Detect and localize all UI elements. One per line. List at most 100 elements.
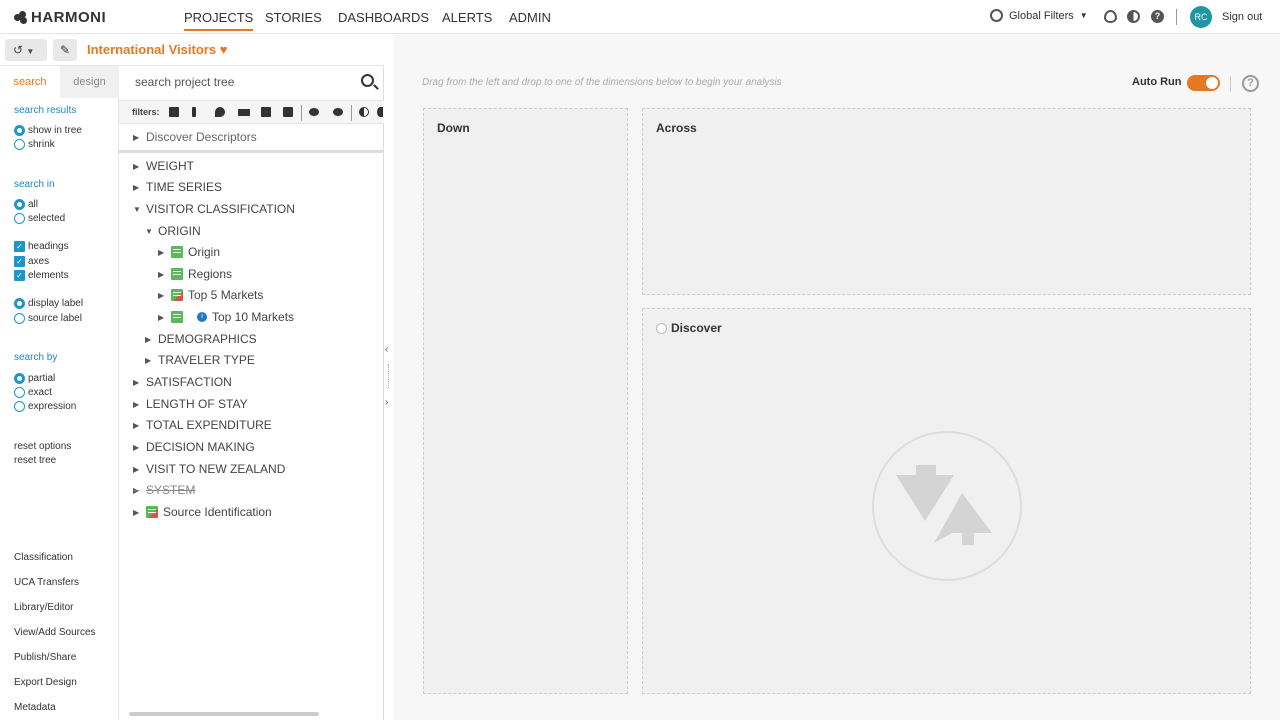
- panel-splitter[interactable]: ‹ ›: [384, 34, 394, 720]
- radio-partial[interactable]: partial: [14, 373, 55, 384]
- tree-row-source-identification[interactable]: ▶ Source Identification: [133, 505, 272, 519]
- radio-exact[interactable]: exact: [14, 387, 52, 398]
- tag-filter-icon[interactable]: [283, 107, 293, 117]
- radio-expression[interactable]: expression: [14, 401, 76, 412]
- tree-row-total-expenditure[interactable]: ▶ TOTAL EXPENDITURE: [133, 418, 272, 432]
- more-filter-icon[interactable]: [377, 107, 383, 117]
- link-export-design[interactable]: Export Design: [14, 677, 77, 688]
- harmoni-logo[interactable]: HARMONI: [14, 9, 106, 26]
- caret-right-icon[interactable]: ▶: [133, 378, 141, 387]
- caret-right-icon[interactable]: ▶: [145, 335, 153, 344]
- nav-dashboards[interactable]: DASHBOARDS: [338, 10, 429, 25]
- info-icon[interactable]: i: [197, 312, 207, 322]
- contrast-filter-icon[interactable]: [359, 107, 369, 117]
- reset-tree-link[interactable]: reset tree: [14, 455, 56, 466]
- folder-filter-icon[interactable]: [261, 107, 271, 117]
- tree-row-top-10-markets[interactable]: ▶ i Top 10 Markets: [158, 310, 294, 324]
- tree-row-time-series[interactable]: ▶ TIME SERIES: [133, 180, 222, 194]
- history-button[interactable]: ↺ ▼: [5, 39, 47, 61]
- contrast-icon[interactable]: [1127, 10, 1140, 23]
- radio-button[interactable]: [14, 213, 25, 224]
- caret-right-icon[interactable]: ▶: [158, 248, 166, 257]
- across-drop-zone[interactable]: Across: [642, 108, 1251, 295]
- caret-right-icon[interactable]: ▶: [133, 400, 141, 409]
- edit-button[interactable]: ✎: [53, 39, 77, 61]
- checkmark-icon[interactable]: ✓: [14, 241, 25, 252]
- grid-filter-icon[interactable]: [169, 107, 179, 117]
- eye-off-filter-icon[interactable]: [333, 108, 343, 116]
- eye-icon[interactable]: [1104, 10, 1117, 23]
- tree-row-visit-to-new-zealand[interactable]: ▶ VISIT TO NEW ZEALAND: [133, 462, 285, 476]
- discover-drop-zone[interactable]: Discover: [642, 308, 1251, 694]
- tree-row-decision-making[interactable]: ▶ DECISION MAKING: [133, 440, 255, 454]
- caret-down-icon[interactable]: ▼: [133, 205, 141, 214]
- checkbox-headings[interactable]: ✓ headings: [14, 241, 69, 252]
- tree-row-discover-descriptors[interactable]: ▶ Discover Descriptors: [133, 130, 257, 144]
- checkbox-axes[interactable]: ✓ axes: [14, 256, 49, 267]
- tree-row-origin-group[interactable]: ▼ ORIGIN: [145, 224, 201, 238]
- down-drop-zone[interactable]: Down: [423, 108, 628, 694]
- global-filters-button[interactable]: Global Filters ▼: [990, 9, 1088, 22]
- search-icon[interactable]: [361, 74, 374, 87]
- radio-button[interactable]: [14, 401, 25, 412]
- radio-selected[interactable]: selected: [14, 213, 65, 224]
- tree-row-system[interactable]: ▶ SYSTEM: [133, 483, 195, 497]
- nav-stories[interactable]: STORIES: [265, 10, 322, 25]
- column-filter-icon[interactable]: [192, 107, 196, 117]
- heart-icon[interactable]: ♥: [220, 42, 228, 57]
- tree-row-regions[interactable]: ▶ Regions: [158, 267, 232, 281]
- tab-search[interactable]: search: [0, 66, 60, 98]
- tab-design[interactable]: design: [60, 66, 119, 98]
- avatar[interactable]: RC: [1190, 6, 1212, 28]
- caret-right-icon[interactable]: ▶: [133, 465, 141, 474]
- collapse-left-icon[interactable]: ‹: [385, 344, 388, 355]
- caret-right-icon[interactable]: ▶: [133, 133, 141, 142]
- nav-admin[interactable]: ADMIN: [509, 10, 551, 25]
- link-uca-transfers[interactable]: UCA Transfers: [14, 577, 79, 588]
- caret-right-icon[interactable]: ▶: [133, 486, 141, 495]
- tree-row-traveler-type[interactable]: ▶ TRAVELER TYPE: [145, 353, 255, 367]
- radio-button[interactable]: [14, 125, 25, 136]
- link-view-add-sources[interactable]: View/Add Sources: [14, 627, 96, 638]
- tree-row-length-of-stay[interactable]: ▶ LENGTH OF STAY: [133, 397, 248, 411]
- caret-right-icon[interactable]: ▶: [133, 443, 141, 452]
- radio-all[interactable]: all: [14, 199, 38, 210]
- tree-row-top-5-markets[interactable]: ▶ Top 5 Markets: [158, 288, 263, 302]
- checkmark-icon[interactable]: ✓: [14, 256, 25, 267]
- nav-projects[interactable]: PROJECTS: [184, 10, 254, 31]
- checkbox-elements[interactable]: ✓ elements: [14, 270, 69, 281]
- drag-handle-icon[interactable]: [388, 364, 390, 388]
- radio-button[interactable]: [14, 298, 25, 309]
- caret-right-icon[interactable]: ▶: [158, 270, 166, 279]
- tree-row-weight[interactable]: ▶ WEIGHT: [133, 159, 194, 173]
- caret-right-icon[interactable]: ▶: [133, 183, 141, 192]
- radio-button[interactable]: [14, 373, 25, 384]
- link-library-editor[interactable]: Library/Editor: [14, 602, 73, 613]
- expand-right-icon[interactable]: ›: [385, 397, 388, 408]
- radio-button[interactable]: [14, 199, 25, 210]
- tree-row-demographics[interactable]: ▶ DEMOGRAPHICS: [145, 332, 257, 346]
- tree-row-satisfaction[interactable]: ▶ SATISFACTION: [133, 375, 232, 389]
- link-metadata[interactable]: Metadata: [14, 702, 56, 713]
- tree-row-visitor-classification[interactable]: ▼ VISITOR CLASSIFICATION: [133, 202, 295, 216]
- horizontal-scrollbar[interactable]: [129, 712, 319, 716]
- caret-right-icon[interactable]: ▶: [145, 356, 153, 365]
- help-icon[interactable]: ?: [1151, 10, 1164, 23]
- search-input[interactable]: search project tree: [135, 75, 234, 89]
- sign-out-link[interactable]: Sign out: [1222, 11, 1262, 23]
- radio-show-in-tree[interactable]: show in tree: [14, 125, 82, 136]
- caret-right-icon[interactable]: ▶: [133, 421, 141, 430]
- tree-row-origin[interactable]: ▶ Origin: [158, 245, 220, 259]
- caret-down-icon[interactable]: ▼: [145, 227, 153, 236]
- radio-button[interactable]: [14, 313, 25, 324]
- caret-right-icon[interactable]: ▶: [133, 508, 141, 517]
- auto-run-toggle[interactable]: [1187, 75, 1220, 91]
- link-classification[interactable]: Classification: [14, 552, 73, 563]
- radio-shrink[interactable]: shrink: [14, 139, 55, 150]
- radio-source-label[interactable]: source label: [14, 313, 82, 324]
- scale-filter-icon[interactable]: [238, 109, 250, 116]
- radio-button[interactable]: [14, 387, 25, 398]
- radio-display-label[interactable]: display label: [14, 298, 83, 309]
- eye-filter-icon[interactable]: [309, 108, 319, 116]
- reset-options-link[interactable]: reset options: [14, 441, 71, 452]
